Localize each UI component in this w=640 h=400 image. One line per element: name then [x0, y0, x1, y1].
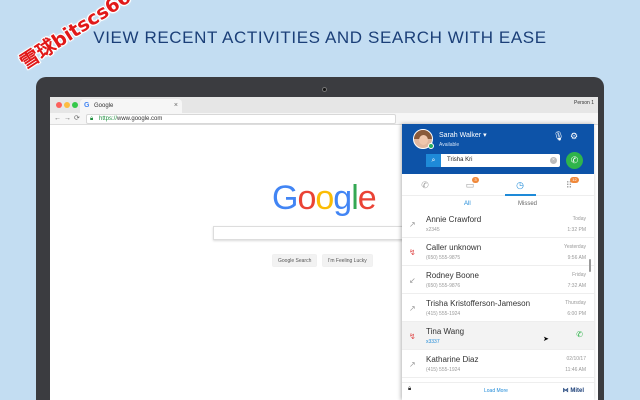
user-status: Available — [439, 142, 460, 148]
list-item[interactable]: ↯ Tina Wang x3337 ➤ ✆ — [402, 322, 594, 350]
forward-icon[interactable]: → — [64, 114, 71, 124]
headline: VIEW RECENT ACTIVITIES AND SEARCH WITH E… — [93, 28, 547, 47]
google-logo-letter: o — [315, 179, 334, 217]
call-day: Thursday — [565, 300, 586, 306]
contact-name: Tina Wang — [426, 327, 465, 336]
google-favicon-icon: G — [84, 102, 90, 109]
phone-icon[interactable]: ✆ — [418, 179, 432, 191]
contact-search-input[interactable]: ⌕ Trisha Kri × — [426, 154, 560, 167]
clear-search-icon[interactable]: × — [550, 157, 557, 164]
contact-number[interactable]: x3337 — [426, 339, 440, 345]
lock-icon: 🔒︎ — [90, 116, 94, 122]
google-logo-letter: o — [297, 179, 316, 217]
search-value: Trisha Kri — [447, 157, 473, 163]
contact-number: (415) 555-1924 — [426, 311, 461, 317]
outgoing-call-icon: ↗ — [409, 220, 416, 229]
contact-number: (650) 555-9875 — [426, 255, 461, 261]
url-host: www.google.com — [117, 116, 163, 122]
call-time: 7:32 AM — [567, 283, 586, 289]
row-call-icon[interactable]: ✆ — [576, 330, 583, 339]
back-icon[interactable]: ← — [54, 114, 61, 124]
feeling-lucky-button[interactable]: I'm Feeling Lucky — [322, 254, 373, 267]
tab-bar: G Google × Person 1 — [50, 97, 598, 113]
mitel-panel: Sarah Walker ▾ Available 🎙︎ ⚙ ⌕ Trisha K… — [402, 124, 594, 400]
contact-number: x2345 — [426, 227, 440, 233]
subtab-all[interactable]: All — [464, 201, 471, 207]
call-time: 9:56 AM — [567, 255, 586, 261]
padlock-icon: 🔒︎ — [408, 386, 412, 392]
google-logo: Google — [272, 179, 377, 218]
mitel-logo: ⋈ Mitel — [562, 388, 584, 394]
search-icon: ⌕ — [426, 154, 441, 167]
list-item[interactable]: ↗ Annie Crawford x2345 Today 1:32 PM — [402, 210, 594, 238]
contact-number: (650) 555-9876 — [426, 283, 461, 289]
call-button[interactable]: ✆ — [566, 152, 583, 169]
camera-dot — [322, 87, 327, 92]
google-logo-letter: g — [333, 179, 352, 217]
call-day: Yesterday — [563, 244, 586, 250]
incoming-call-icon: ↙ — [409, 276, 416, 285]
list-item[interactable]: ↯ Caller unknown (650) 555-9875 Yesterda… — [402, 238, 594, 266]
url-input[interactable]: 🔒︎ https://www.google.com — [86, 114, 396, 124]
call-day: 02/10/17 — [566, 356, 586, 362]
missed-call-icon: ↯ — [409, 248, 416, 257]
tab-title: Google — [94, 103, 114, 109]
browser-tab[interactable]: G Google × — [80, 99, 182, 113]
mouse-cursor-icon: ➤ — [543, 336, 549, 343]
recent-list: ↗ Annie Crawford x2345 Today 1:32 PM ↯ C… — [402, 210, 594, 378]
google-logo-letter: e — [357, 179, 377, 217]
call-time: 1:32 PM — [567, 227, 586, 233]
google-search-button[interactable]: Google Search — [272, 254, 318, 267]
call-day: Friday — [572, 272, 586, 278]
minimize-window-button[interactable] — [64, 102, 70, 108]
outgoing-call-icon: ↗ — [409, 360, 416, 369]
panel-tabs: ✆ ▭ 3 ◷ ⠿ 12 — [402, 174, 594, 196]
clock-icon[interactable]: ◷ — [513, 179, 527, 191]
contact-name: Katharine Diaz — [426, 355, 479, 364]
contact-name: Annie Crawford — [426, 215, 482, 224]
chat-badge: 3 — [472, 177, 479, 183]
profile-label[interactable]: Person 1 — [574, 100, 594, 106]
panel-footer: 🔒︎ Load More ⋈ Mitel — [402, 382, 594, 400]
contact-name: Trisha Kristofferson-Jameson — [426, 299, 531, 308]
call-time: 11:46 AM — [565, 367, 586, 373]
presence-dot — [428, 143, 434, 149]
tab-close-icon[interactable]: × — [174, 99, 178, 113]
missed-call-icon: ↯ — [409, 332, 416, 341]
gear-icon[interactable]: ⚙ — [570, 131, 578, 142]
list-item[interactable]: ↗ Trisha Kristofferson-Jameson (415) 555… — [402, 294, 594, 322]
contact-number: (415) 555-1924 — [426, 367, 461, 373]
user-name[interactable]: Sarah Walker ▾ — [439, 131, 487, 139]
load-more-link[interactable]: Load More — [484, 388, 508, 394]
microphone-icon[interactable]: 🎙︎ — [553, 131, 564, 142]
active-tab-indicator — [505, 194, 536, 196]
contact-name: Caller unknown — [426, 243, 482, 252]
close-window-button[interactable] — [56, 102, 62, 108]
google-logo-letter: G — [272, 179, 298, 217]
call-day: Today — [572, 216, 586, 222]
avatar-face — [419, 135, 428, 145]
list-scrollbar[interactable] — [589, 259, 591, 272]
contact-name: Rodney Boone — [426, 271, 479, 280]
outgoing-call-icon: ↗ — [409, 304, 416, 313]
url-scheme: https:// — [99, 116, 118, 122]
call-time: 6:00 PM — [567, 311, 586, 317]
maximize-window-button[interactable] — [72, 102, 78, 108]
list-item[interactable]: ↗ Katharine Diaz (415) 555-1924 02/10/17… — [402, 350, 594, 378]
dialpad-badge: 12 — [570, 177, 579, 183]
reload-icon[interactable]: ⟳ — [74, 114, 80, 124]
panel-header: Sarah Walker ▾ Available 🎙︎ ⚙ ⌕ Trisha K… — [402, 124, 594, 174]
subtab-missed[interactable]: Missed — [518, 201, 537, 207]
list-item[interactable]: ↙ Rodney Boone (650) 555-9876 Friday 7:3… — [402, 266, 594, 294]
